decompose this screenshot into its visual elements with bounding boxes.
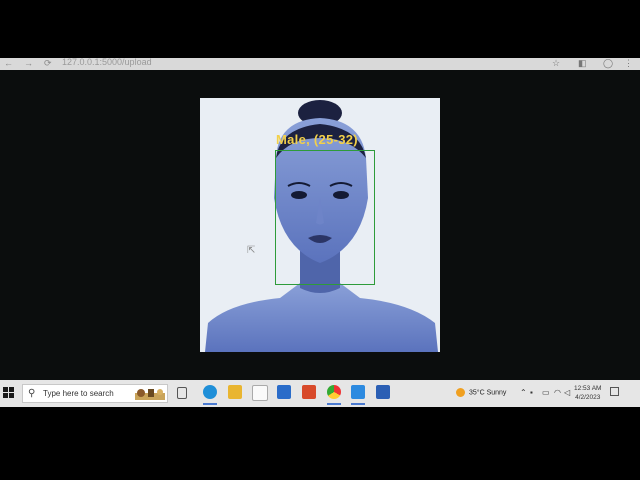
chrome-icon[interactable] xyxy=(327,385,341,399)
weather-widget[interactable]: 35°C Sunny xyxy=(456,388,506,397)
prediction-label: Male, (25-32) xyxy=(276,132,358,147)
active-app-indicator xyxy=(351,403,365,405)
windows-start-icon[interactable] xyxy=(3,387,15,399)
mail-icon[interactable] xyxy=(277,385,291,399)
system-clock[interactable]: 12:53 AM 4/2/2023 xyxy=(574,384,601,402)
back-arrow-icon[interactable]: ← xyxy=(4,58,13,69)
forward-arrow-icon[interactable]: → xyxy=(24,58,33,69)
battery-icon[interactable]: ▭ xyxy=(542,388,550,397)
page-content: Male, (25-32) ⇱ xyxy=(0,70,640,380)
menu-icon[interactable]: ⋮ xyxy=(624,58,633,69)
clock-time: 12:53 AM xyxy=(574,385,602,392)
wifi-icon[interactable]: ◠ xyxy=(554,388,561,397)
taskbar-search-box[interactable]: ⚲ Type here to search xyxy=(22,384,168,403)
vscode-icon[interactable] xyxy=(351,385,365,399)
word-icon[interactable] xyxy=(376,385,390,399)
calendar-icon[interactable] xyxy=(252,385,268,401)
extensions-icon[interactable]: ◧ xyxy=(578,58,587,69)
address-bar[interactable]: 127.0.0.1:5000/upload xyxy=(62,58,152,67)
bookmark-star-icon[interactable]: ☆ xyxy=(552,58,560,69)
reload-icon[interactable]: ⟳ xyxy=(44,58,52,69)
search-icon: ⚲ xyxy=(28,388,36,399)
browser-toolbar: ← → ⟳ 127.0.0.1:5000/upload ☆ ◧ ◯ ⋮ xyxy=(0,58,640,70)
monitor-screen: ← → ⟳ 127.0.0.1:5000/upload ☆ ◧ ◯ ⋮ Male… xyxy=(0,58,640,420)
profile-icon[interactable]: ◯ xyxy=(603,58,613,69)
clock-date: 4/2/2023 xyxy=(575,394,601,401)
task-view-icon[interactable] xyxy=(177,387,187,399)
network-icon[interactable]: ▪ xyxy=(530,388,533,397)
windows-taskbar: ⚲ Type here to search 35°C Sunny ⌃ ▪ ▭ ◠… xyxy=(0,380,640,407)
notification-icon[interactable] xyxy=(610,387,619,396)
file-explorer-icon[interactable] xyxy=(228,385,242,399)
active-app-indicator xyxy=(327,403,341,405)
mouse-cursor-icon: ⇱ xyxy=(247,245,256,256)
sun-icon xyxy=(456,388,465,397)
search-highlight-icon xyxy=(135,389,165,400)
chevron-up-icon[interactable]: ⌃ xyxy=(520,388,527,397)
face-detection-box xyxy=(275,150,375,285)
active-app-indicator xyxy=(203,403,217,405)
office-icon[interactable] xyxy=(302,385,316,399)
volume-icon[interactable]: ◁ xyxy=(564,388,570,397)
search-placeholder: Type here to search xyxy=(43,389,114,398)
edge-icon[interactable] xyxy=(203,385,217,399)
